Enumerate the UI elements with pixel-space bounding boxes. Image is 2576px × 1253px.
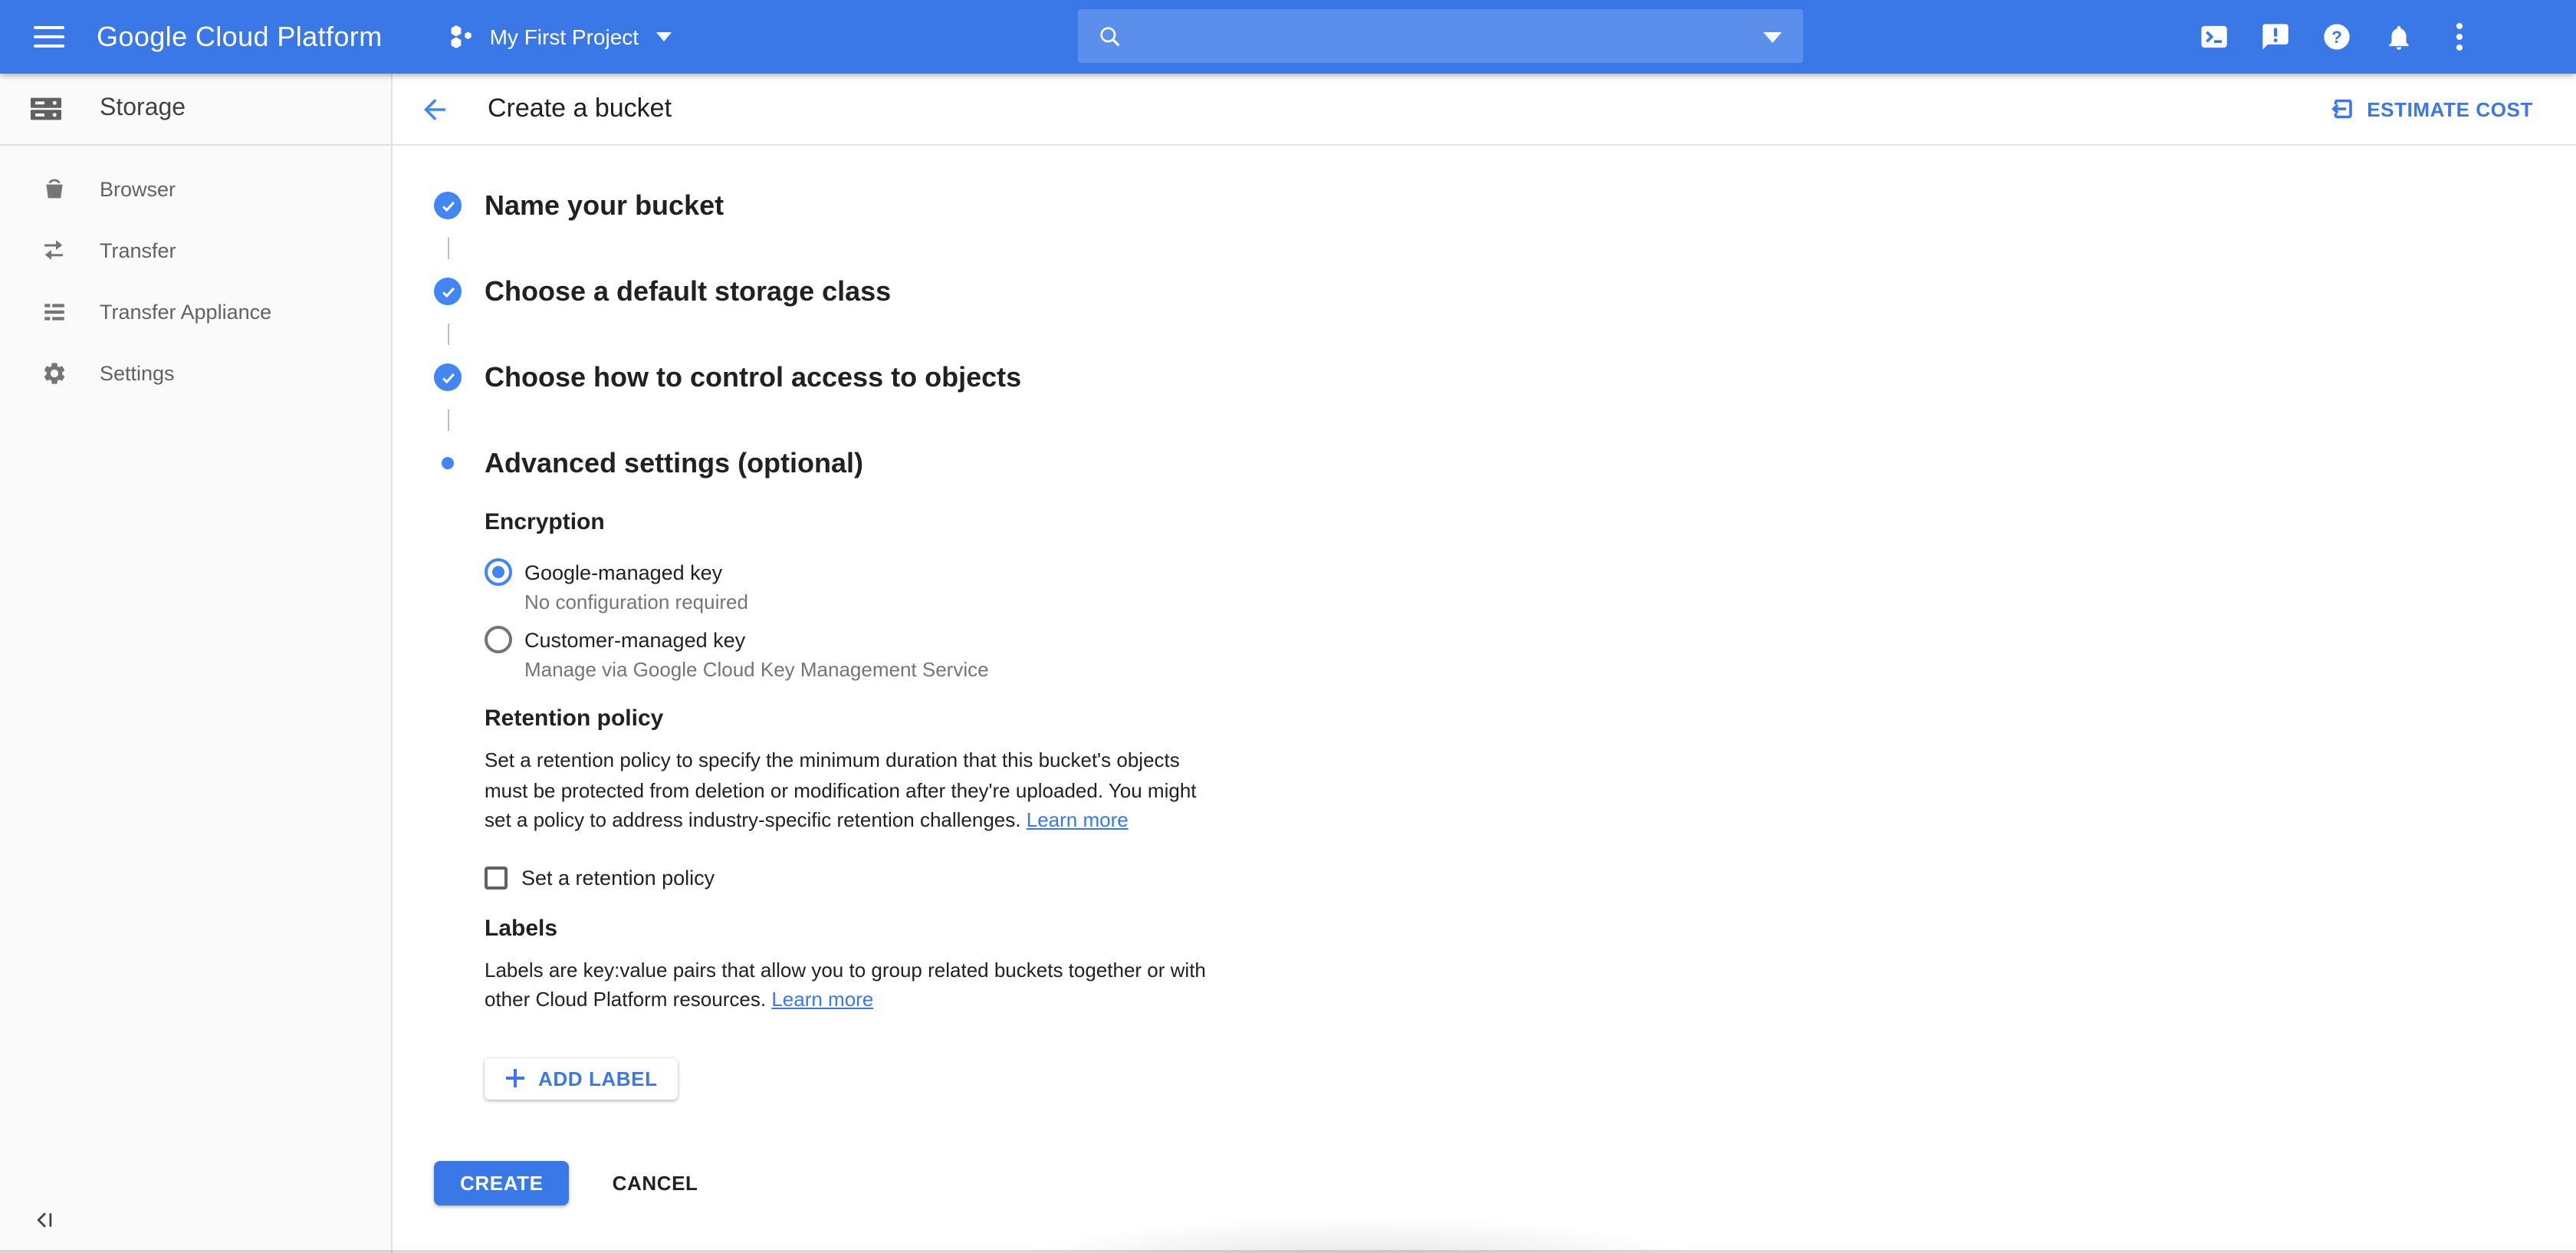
labels-description: Labels are key:value pairs that allow yo…: [485, 955, 2576, 1015]
page-header: Create a bucket ESTIMATE COST: [393, 74, 2576, 146]
step-storage-class[interactable]: Choose a default storage class: [434, 273, 2576, 310]
topbar: Google Cloud Platform My First Project: [0, 0, 2576, 74]
estimate-cost-button[interactable]: ESTIMATE COST: [2327, 95, 2533, 123]
checkbox-icon[interactable]: [485, 866, 508, 889]
step-complete-check-icon: [434, 192, 462, 219]
step-name-your-bucket[interactable]: Name your bucket: [434, 187, 2576, 224]
menu-icon[interactable]: [34, 26, 64, 48]
svg-text:?: ?: [2331, 28, 2342, 47]
step-label: Choose a default storage class: [485, 275, 891, 307]
advanced-settings-section: Encryption Google-managed key No configu…: [485, 509, 2576, 1099]
add-label-text: ADD LABEL: [538, 1067, 658, 1090]
gcp-logo[interactable]: Google Cloud Platform: [97, 21, 383, 53]
search-icon: [1098, 24, 1122, 48]
labels-heading: Labels: [485, 915, 2576, 941]
chevron-down-icon: [656, 32, 671, 41]
step-complete-check-icon: [434, 278, 462, 305]
search-input[interactable]: [1122, 24, 1803, 48]
sidebar-nav: Browser Transfer Transfer Appliance Sett…: [0, 146, 391, 403]
main-panel: Create a bucket ESTIMATE COST Name your …: [393, 74, 2576, 1253]
encryption-heading: Encryption: [485, 509, 2576, 535]
current-step-dot-icon: [434, 457, 462, 469]
step-connector: [448, 238, 449, 259]
retention-learn-more-link[interactable]: Learn more: [1027, 808, 1129, 831]
more-vert-icon[interactable]: [2444, 21, 2475, 52]
cost-estimator-icon: [2327, 95, 2354, 123]
transfer-arrows-icon: [40, 236, 67, 264]
sidebar-item-settings[interactable]: Settings: [0, 342, 391, 403]
sidebar-item-transfer-appliance[interactable]: Transfer Appliance: [0, 281, 391, 342]
estimate-cost-label: ESTIMATE COST: [2367, 97, 2533, 120]
step-access-control[interactable]: Choose how to control access to objects: [434, 359, 2576, 396]
step-label: Advanced settings (optional): [485, 447, 863, 479]
radio-label[interactable]: Customer-managed key: [524, 628, 745, 651]
add-label-button[interactable]: ADD LABEL: [485, 1057, 678, 1099]
plus-icon: [504, 1067, 526, 1089]
collapse-sidebar-icon[interactable]: [34, 1209, 57, 1232]
form-actions: CREATE CANCEL: [434, 1160, 2576, 1205]
create-bucket-form: Name your bucket Choose a default storag…: [393, 146, 2576, 1205]
create-button[interactable]: CREATE: [434, 1160, 570, 1205]
feedback-icon[interactable]: [2260, 21, 2291, 52]
sidebar: Storage Browser Transfer Transfer Applia…: [0, 74, 393, 1253]
step-connector: [448, 324, 449, 345]
sidebar-item-label: Transfer Appliance: [100, 300, 271, 323]
transfer-appliance-icon: [40, 298, 67, 324]
step-advanced-settings[interactable]: Advanced settings (optional): [434, 445, 2576, 482]
step-connector: [448, 409, 449, 431]
retention-policy-description: Set a retention policy to specify the mi…: [485, 745, 2576, 835]
back-arrow-icon[interactable]: [417, 92, 451, 126]
cancel-button[interactable]: CANCEL: [608, 1162, 703, 1203]
notifications-bell-icon[interactable]: [2383, 21, 2413, 52]
cloud-shell-icon[interactable]: [2199, 21, 2229, 52]
project-name: My First Project: [490, 25, 639, 49]
avatar[interactable]: [2495, 12, 2544, 61]
sidebar-item-browser[interactable]: Browser: [0, 158, 391, 219]
help-icon[interactable]: ?: [2321, 21, 2352, 52]
step-label: Name your bucket: [485, 189, 724, 222]
storage-icon: [26, 90, 66, 127]
labels-learn-more-link[interactable]: Learn more: [771, 988, 873, 1011]
radio-google-managed-key[interactable]: Google-managed key: [485, 558, 2576, 586]
gear-icon: [40, 360, 67, 386]
page-title: Create a bucket: [488, 94, 672, 124]
sidebar-header: Storage: [0, 74, 391, 146]
project-hexagons-icon: [447, 20, 476, 54]
topbar-actions: ?: [2199, 0, 2576, 74]
step-label: Choose how to control access to objects: [485, 361, 1021, 393]
sidebar-item-label: Browser: [100, 177, 176, 200]
sidebar-title: Storage: [100, 95, 186, 123]
radio-icon[interactable]: [485, 626, 512, 653]
sidebar-item-label: Settings: [100, 361, 175, 384]
step-complete-check-icon: [434, 363, 462, 391]
sidebar-item-transfer[interactable]: Transfer: [0, 219, 391, 281]
radio-description: No configuration required: [524, 590, 2576, 613]
set-retention-policy-checkbox-row[interactable]: Set a retention policy: [485, 866, 2576, 889]
checkbox-label[interactable]: Set a retention policy: [521, 866, 715, 889]
gcp-console: Google Cloud Platform My First Project: [0, 0, 2576, 1253]
project-switcher[interactable]: My First Project: [447, 20, 671, 54]
search-bar[interactable]: [1078, 9, 1803, 63]
radio-label[interactable]: Google-managed key: [524, 561, 722, 584]
bucket-icon: [40, 176, 67, 202]
radio-description: Manage via Google Cloud Key Management S…: [524, 658, 2576, 681]
radio-customer-managed-key[interactable]: Customer-managed key: [485, 626, 2576, 653]
radio-icon[interactable]: [485, 558, 512, 586]
search-dropdown-caret-icon[interactable]: [1763, 32, 1782, 43]
sidebar-item-label: Transfer: [100, 238, 176, 261]
retention-policy-heading: Retention policy: [485, 705, 2576, 732]
